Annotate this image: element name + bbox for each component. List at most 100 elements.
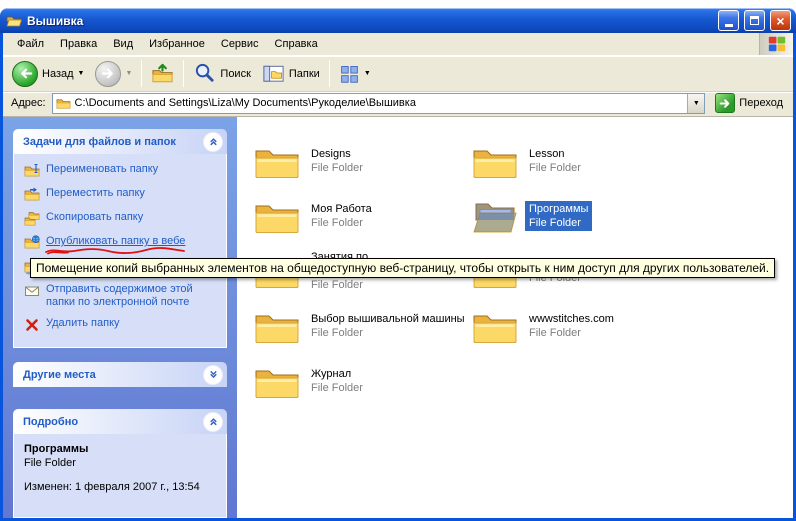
open-folder-selected-icon [471, 196, 519, 236]
task-move-folder[interactable]: Переместить папку [24, 187, 222, 203]
explorer-window: Вышивка × ФайлПравкаВидИзбранноеСервисСп… [0, 8, 796, 521]
back-arrow-icon [12, 61, 38, 87]
search-label: Поиск [220, 68, 250, 80]
menu-items: ФайлПравкаВидИзбранноеСервисСправка [9, 34, 326, 54]
task-email-folder[interactable]: Отправить содержимое этой папки по элект… [24, 283, 222, 309]
task-publish-folder[interactable]: Опубликовать папку в вебе [24, 235, 222, 251]
file-type-label: File Folder [311, 161, 363, 175]
red-underline-mark [44, 246, 186, 255]
address-path: C:\Documents and Settings\Liza\My Docume… [75, 97, 684, 109]
go-arrow-icon [715, 93, 735, 113]
folder-icon [253, 196, 301, 236]
details-title: Подробно [23, 416, 78, 428]
file-item-1[interactable]: Designs File Folder [253, 133, 471, 188]
task-label-move-folder: Переместить папку [46, 187, 145, 200]
address-folder-icon [56, 96, 71, 111]
chevron-up-icon[interactable] [204, 413, 222, 431]
menu-item-favorites[interactable]: Избранное [141, 34, 213, 54]
file-item-9[interactable]: Журнал File Folder [253, 353, 471, 408]
task-label-rename-folder: Переименовать папку [46, 163, 158, 176]
menu-item-help[interactable]: Справка [267, 34, 326, 54]
task-label-delete-folder: Удалить папку [46, 317, 120, 330]
search-button[interactable]: Поиск [188, 60, 255, 87]
back-button[interactable]: Назад ▼ [7, 59, 89, 89]
forward-arrow-icon [95, 61, 121, 87]
chevron-down-icon[interactable] [204, 366, 222, 384]
close-icon: × [776, 14, 784, 28]
details-folder-name: Программы [24, 443, 218, 455]
views-icon [339, 63, 360, 84]
forward-dropdown-icon: ▼ [125, 70, 132, 77]
task-label-copy-folder: Скопировать папку [46, 211, 143, 224]
menu-item-edit[interactable]: Правка [52, 34, 105, 54]
main-area: Задачи для файлов и папок Переименовать … [3, 117, 793, 518]
up-folder-icon [151, 62, 174, 85]
minimize-button[interactable] [718, 10, 739, 31]
menu-item-file[interactable]: Файл [9, 34, 52, 54]
toolbar-separator [329, 60, 330, 87]
file-type-label: File Folder [311, 326, 465, 340]
windows-logo-icon [759, 33, 793, 55]
titlebar[interactable]: Вышивка × [0, 8, 796, 33]
go-label: Переход [739, 97, 783, 109]
other-places-header[interactable]: Другие места [13, 362, 227, 387]
window-title: Вышивка [27, 14, 713, 28]
folder-icon [253, 361, 301, 401]
menubar: ФайлПравкаВидИзбранноеСервисСправка [3, 33, 793, 56]
toolbar-separator [141, 60, 142, 87]
details-body: Программы File Folder Изменен: 1 февраля… [13, 434, 227, 518]
file-item-4[interactable]: Программы File Folder [471, 188, 689, 243]
task-copy-folder[interactable]: Скопировать папку [24, 211, 222, 227]
file-type-label: File Folder [311, 381, 363, 395]
address-dropdown-button[interactable]: ▼ [687, 94, 704, 113]
folders-label: Папки [289, 68, 320, 80]
file-item-2[interactable]: Lesson File Folder [471, 133, 689, 188]
search-icon [193, 62, 216, 85]
views-dropdown-icon[interactable]: ▼ [364, 70, 371, 77]
back-dropdown-icon[interactable]: ▼ [78, 70, 85, 77]
details-header[interactable]: Подробно [13, 409, 227, 434]
file-name: Designs [311, 147, 363, 161]
task-rename-folder[interactable]: Переименовать папку [24, 163, 222, 179]
menu-item-tools[interactable]: Сервис [213, 34, 267, 54]
file-type-label: File Folder [311, 216, 372, 230]
folder-icon [253, 306, 301, 346]
go-button[interactable]: Переход [711, 93, 787, 113]
file-name: Моя Работа [311, 202, 372, 216]
file-list-area[interactable]: Designs File Folder Lesson File Folder М… [237, 117, 793, 518]
toolbar: Назад ▼ ▼ Поиск Папки ▼ [3, 56, 793, 92]
file-type-label: File Folder [529, 161, 581, 175]
task-label-email-folder: Отправить содержимое этой папки по элект… [46, 283, 222, 309]
file-folder-tasks-pane: Задачи для файлов и папок Переименовать … [13, 129, 227, 348]
close-button[interactable]: × [770, 10, 791, 31]
move-folder-icon [24, 187, 40, 203]
menu-item-view[interactable]: Вид [105, 34, 141, 54]
maximize-icon [750, 16, 759, 25]
up-button[interactable] [146, 60, 179, 87]
toolbar-separator [183, 60, 184, 87]
file-item-3[interactable]: Моя Работа File Folder [253, 188, 471, 243]
tasks-pane-header[interactable]: Задачи для файлов и папок [13, 129, 227, 154]
maximize-button[interactable] [744, 10, 765, 31]
back-label: Назад [42, 68, 74, 80]
file-name: Lesson [529, 147, 581, 161]
folder-icon [253, 141, 301, 181]
chevron-up-icon[interactable] [204, 133, 222, 151]
email-folder-icon [24, 283, 40, 299]
file-type-label: File Folder [529, 326, 614, 340]
views-button[interactable]: ▼ [334, 61, 376, 86]
forward-button[interactable]: ▼ [90, 59, 137, 89]
task-delete-folder[interactable]: Удалить папку [24, 317, 222, 333]
tasks-pane-body: Переименовать папку Переместить папку Ск… [13, 154, 227, 348]
tooltip: Помещение копий выбранных элементов на о… [30, 258, 775, 278]
file-item-7[interactable]: Выбор вышивальной машины File Folder [253, 298, 471, 353]
rename-folder-icon [24, 163, 40, 179]
file-name: Выбор вышивальной машины [311, 312, 465, 326]
folders-button[interactable]: Папки [257, 60, 325, 87]
window-folder-icon [6, 13, 22, 29]
address-input[interactable]: C:\Documents and Settings\Liza\My Docume… [52, 93, 706, 114]
file-item-8[interactable]: wwwstitches.com File Folder [471, 298, 689, 353]
details-pane: Подробно Программы File Folder Изменен: … [13, 409, 227, 518]
folders-icon [262, 62, 285, 85]
minimize-icon [725, 24, 733, 27]
